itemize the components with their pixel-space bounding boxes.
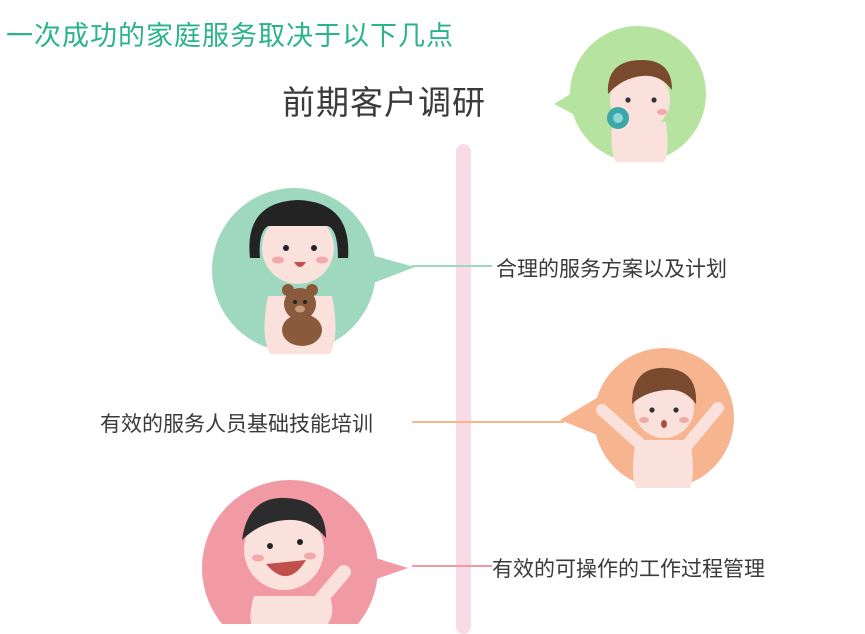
girl-teddy-bear-illustration <box>212 188 415 354</box>
laughing-baby-illustration <box>202 480 408 624</box>
section-title: 前期客户调研 <box>282 83 486 122</box>
baby-arms-raised-illustration <box>560 348 734 488</box>
item-3-text: 有效的可操作的工作过程管理 <box>492 557 765 581</box>
baby-pacifier-illustration <box>554 26 706 162</box>
timeline-bar <box>456 144 471 634</box>
connector-line-2 <box>412 421 564 423</box>
item-1-text: 合理的服务方案以及计划 <box>496 257 727 281</box>
page-title: 一次成功的家庭服务取决于以下几点 <box>6 21 454 52</box>
connector-line-1 <box>412 265 492 267</box>
connector-line-3 <box>412 565 492 567</box>
item-2-text: 有效的服务人员基础技能培训 <box>100 412 373 436</box>
